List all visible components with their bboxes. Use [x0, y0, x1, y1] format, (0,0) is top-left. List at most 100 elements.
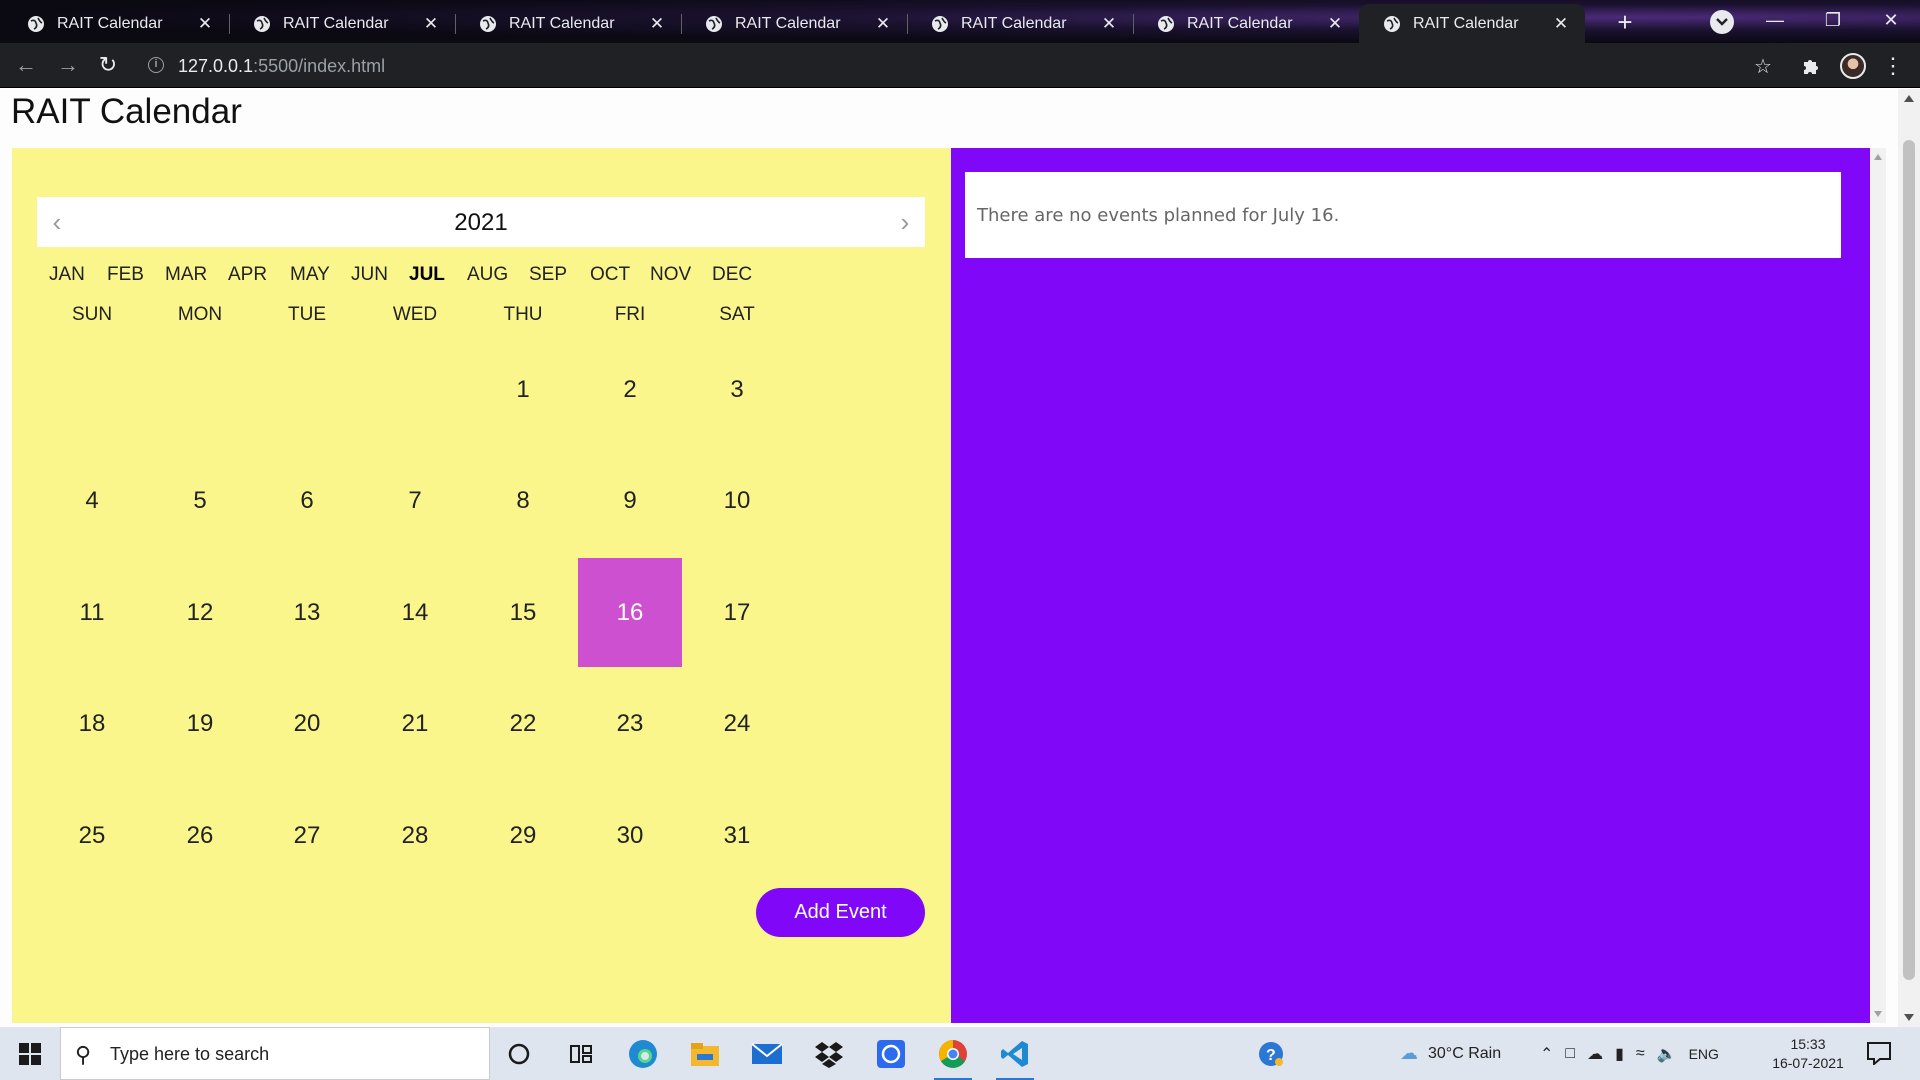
restore-button[interactable]: ❐: [1804, 0, 1862, 40]
month-jun[interactable]: JUN: [351, 264, 388, 286]
chrome-icon[interactable]: [932, 1033, 974, 1080]
url-text[interactable]: 127.0.0.1:5500/index.html: [178, 56, 385, 77]
month-feb[interactable]: FEB: [107, 264, 144, 286]
month-jan[interactable]: JAN: [49, 264, 85, 286]
day-cell[interactable]: 24: [685, 669, 789, 778]
month-oct[interactable]: OCT: [590, 264, 630, 286]
address-bar[interactable]: i 127.0.0.1:5500/index.html: [136, 48, 1766, 82]
edge-icon[interactable]: [622, 1033, 664, 1075]
extensions-puzzle-icon[interactable]: [1798, 53, 1824, 79]
mail-icon[interactable]: [746, 1033, 788, 1075]
day-cell[interactable]: 30: [578, 781, 682, 890]
browser-tab[interactable]: RAIT Calendar ✕: [229, 4, 456, 43]
month-sep[interactable]: SEP: [529, 264, 567, 286]
scroll-down-arrow-icon[interactable]: [1874, 1011, 1882, 1017]
new-tab-button[interactable]: +: [1610, 8, 1640, 38]
tab-search-button[interactable]: [1710, 10, 1734, 34]
day-cell[interactable]: 19: [148, 669, 252, 778]
day-cell[interactable]: 6: [255, 446, 359, 555]
next-year-chevron-icon[interactable]: ›: [891, 207, 919, 237]
close-tab-icon[interactable]: ✕: [1551, 14, 1571, 34]
weather-widget[interactable]: ☁ 30°C Rain: [1400, 1027, 1501, 1080]
scroll-up-arrow-icon[interactable]: [1874, 154, 1882, 160]
close-tab-icon[interactable]: ✕: [195, 14, 215, 34]
meet-now-icon[interactable]: □: [1565, 1045, 1575, 1063]
page-scroll-down-arrow-icon[interactable]: [1904, 1014, 1914, 1021]
day-cell[interactable]: 7: [363, 446, 467, 555]
browser-tab[interactable]: RAIT Calendar ✕: [681, 4, 908, 43]
day-cell[interactable]: 25: [40, 781, 144, 890]
browser-tab[interactable]: RAIT Calendar ✕: [907, 4, 1134, 43]
reload-button[interactable]: ↻: [94, 51, 122, 79]
back-button[interactable]: ←: [12, 51, 40, 79]
signal-icon[interactable]: [870, 1033, 912, 1075]
events-scrollbar[interactable]: [1870, 148, 1886, 1023]
profile-avatar[interactable]: [1840, 53, 1866, 79]
day-cell[interactable]: 15: [471, 558, 575, 667]
month-apr[interactable]: APR: [228, 264, 267, 286]
selected-day-cell[interactable]: 16: [578, 558, 682, 667]
day-cell[interactable]: 13: [255, 558, 359, 667]
vscode-icon[interactable]: [994, 1033, 1036, 1080]
day-cell[interactable]: 8: [471, 446, 575, 555]
forward-button[interactable]: →: [54, 51, 82, 79]
day-cell[interactable]: 22: [471, 669, 575, 778]
clock[interactable]: 15:33 16-07-2021: [1764, 1035, 1852, 1073]
notification-center-icon[interactable]: [1866, 1041, 1894, 1067]
month-dec[interactable]: DEC: [712, 264, 752, 286]
close-tab-icon[interactable]: ✕: [647, 14, 667, 34]
browser-tab[interactable]: RAIT Calendar ✕: [1133, 4, 1360, 43]
day-cell[interactable]: 3: [685, 335, 789, 444]
month-aug[interactable]: AUG: [467, 264, 508, 286]
month-may[interactable]: MAY: [290, 264, 330, 286]
language-indicator[interactable]: ENG: [1689, 1046, 1719, 1062]
day-cell[interactable]: 14: [363, 558, 467, 667]
minimize-button[interactable]: —: [1746, 0, 1804, 40]
close-tab-icon[interactable]: ✕: [1325, 14, 1345, 34]
day-cell[interactable]: 28: [363, 781, 467, 890]
page-scroll-up-arrow-icon[interactable]: [1904, 95, 1914, 102]
close-tab-icon[interactable]: ✕: [421, 14, 441, 34]
file-explorer-icon[interactable]: [684, 1033, 726, 1075]
day-cell[interactable]: 20: [255, 669, 359, 778]
browser-menu-icon[interactable]: ⋮: [1880, 53, 1906, 79]
close-tab-icon[interactable]: ✕: [873, 14, 893, 34]
cortana-icon[interactable]: [498, 1033, 540, 1075]
day-cell[interactable]: 23: [578, 669, 682, 778]
task-view-icon[interactable]: [560, 1033, 602, 1075]
close-tab-icon[interactable]: ✕: [1099, 14, 1119, 34]
day-cell[interactable]: 12: [148, 558, 252, 667]
month-nov[interactable]: NOV: [650, 264, 691, 286]
day-cell[interactable]: 4: [40, 446, 144, 555]
day-cell[interactable]: 5: [148, 446, 252, 555]
day-cell[interactable]: 10: [685, 446, 789, 555]
day-cell[interactable]: 31: [685, 781, 789, 890]
page-scroll-thumb[interactable]: [1903, 140, 1915, 980]
browser-tab[interactable]: RAIT Calendar ✕: [455, 4, 682, 43]
day-cell[interactable]: 1: [471, 335, 575, 444]
browser-tab[interactable]: RAIT Calendar ✕: [3, 4, 230, 43]
close-window-button[interactable]: ✕: [1862, 0, 1920, 40]
browser-tab[interactable]: RAIT Calendar ✕: [1359, 4, 1585, 43]
page-scrollbar[interactable]: [1898, 89, 1920, 1027]
day-cell[interactable]: 18: [40, 669, 144, 778]
day-cell[interactable]: 11: [40, 558, 144, 667]
start-button[interactable]: [0, 1027, 60, 1080]
onedrive-cloud-icon[interactable]: ☁: [1587, 1044, 1603, 1064]
bookmark-star-icon[interactable]: ☆: [1750, 53, 1776, 79]
battery-icon[interactable]: ▮: [1615, 1044, 1624, 1064]
day-cell[interactable]: 2: [578, 335, 682, 444]
wifi-icon[interactable]: ≈: [1636, 1045, 1645, 1063]
day-cell[interactable]: 26: [148, 781, 252, 890]
help-icon[interactable]: ?: [1250, 1033, 1292, 1075]
site-info-icon[interactable]: i: [148, 57, 164, 73]
day-cell[interactable]: 27: [255, 781, 359, 890]
month-jul[interactable]: JUL: [409, 264, 445, 286]
volume-icon[interactable]: 🔈: [1657, 1044, 1677, 1064]
show-hidden-icons-chevron-icon[interactable]: ⌃: [1540, 1044, 1553, 1064]
day-cell[interactable]: 9: [578, 446, 682, 555]
add-event-button[interactable]: Add Event: [756, 888, 925, 937]
taskbar-search-input[interactable]: ⚲ Type here to search: [60, 1027, 490, 1080]
dropbox-icon[interactable]: [808, 1033, 850, 1075]
day-cell[interactable]: 21: [363, 669, 467, 778]
